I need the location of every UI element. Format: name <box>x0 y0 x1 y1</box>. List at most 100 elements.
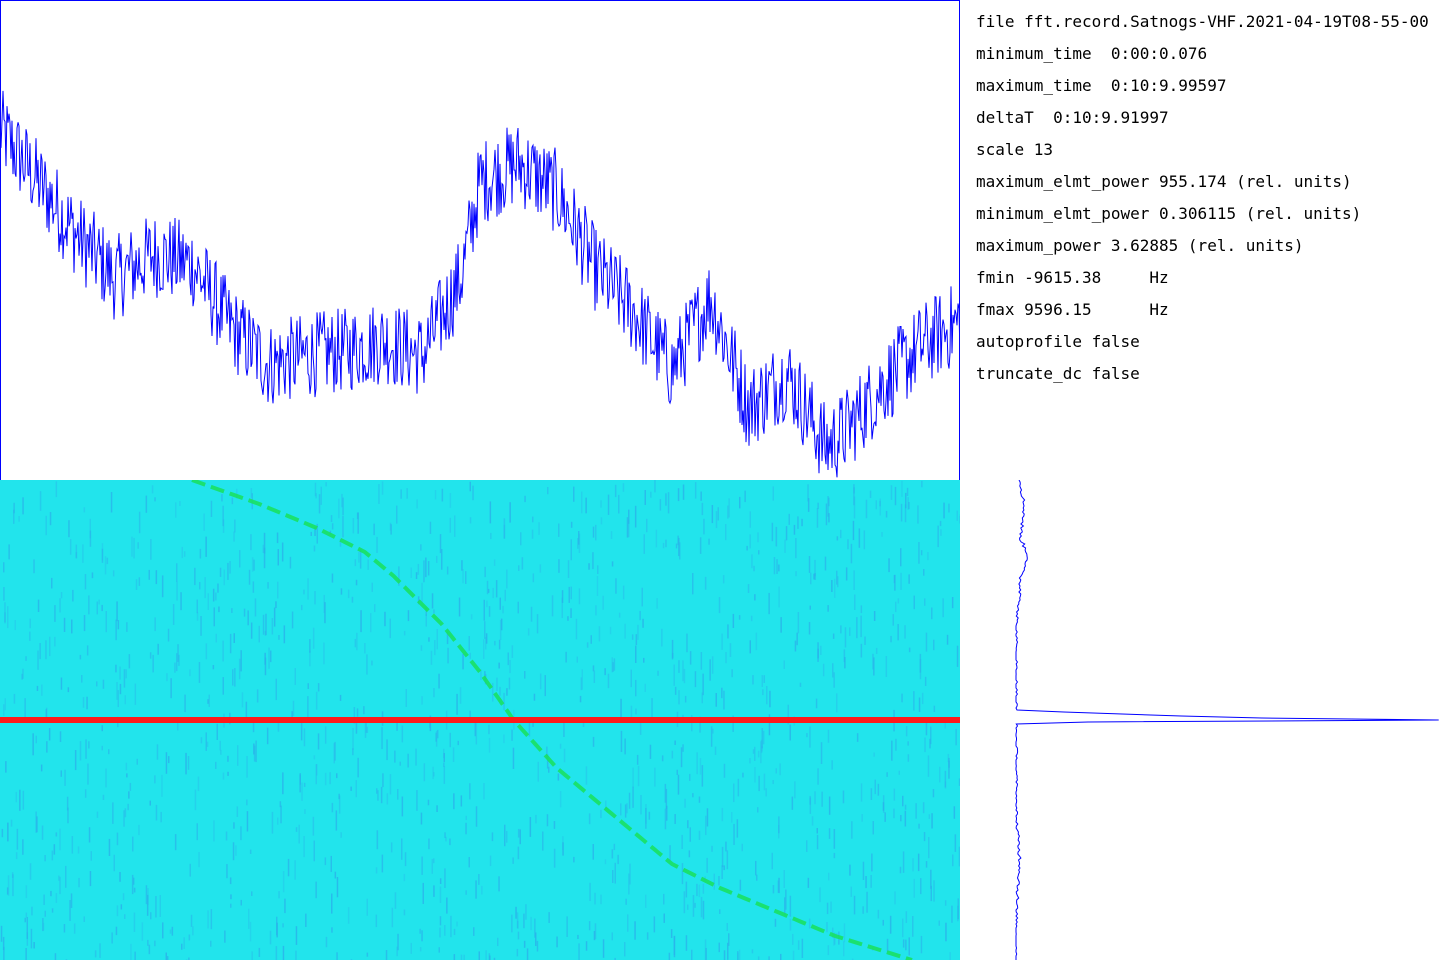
power-vs-time-plot <box>0 0 960 480</box>
noise-streak <box>908 574 910 584</box>
noise-streak <box>128 654 131 669</box>
noise-streak <box>194 567 196 586</box>
info-delta-t: deltaT 0:10:9.91997 <box>976 108 1169 127</box>
noise-streak <box>355 723 358 734</box>
noise-streak <box>207 593 209 610</box>
noise-streak <box>450 915 452 938</box>
noise-streak <box>478 874 480 885</box>
noise-streak <box>669 845 671 861</box>
noise-streak <box>763 773 766 791</box>
noise-streak <box>304 809 306 814</box>
noise-streak <box>105 611 107 633</box>
noise-streak <box>732 613 735 628</box>
noise-streak <box>773 557 776 575</box>
noise-streak <box>671 652 674 658</box>
noise-streak <box>620 803 622 816</box>
noise-streak <box>330 515 333 522</box>
noise-streak <box>264 630 267 636</box>
noise-streak <box>701 692 703 704</box>
noise-streak <box>657 670 659 676</box>
noise-streak <box>119 872 121 882</box>
noise-streak <box>861 814 863 822</box>
noise-streak <box>367 559 369 570</box>
noise-streak <box>468 857 470 868</box>
info-minimum-time: minimum_time 0:00:0.076 <box>976 44 1208 63</box>
noise-streak <box>733 783 735 803</box>
noise-streak <box>617 854 619 865</box>
noise-streak <box>391 907 394 928</box>
noise-streak <box>877 783 880 796</box>
noise-streak <box>207 910 209 929</box>
noise-streak <box>749 758 751 764</box>
noise-streak <box>469 652 471 659</box>
noise-streak <box>808 918 811 929</box>
noise-streak <box>899 866 902 874</box>
noise-streak <box>792 950 795 960</box>
noise-streak <box>682 660 684 682</box>
noise-streak <box>129 782 132 791</box>
noise-streak <box>331 893 333 914</box>
noise-streak <box>828 872 830 881</box>
noise-streak <box>817 502 819 509</box>
noise-streak <box>506 688 508 696</box>
noise-streak <box>551 595 554 617</box>
noise-streak <box>630 669 632 688</box>
noise-streak <box>210 940 212 947</box>
noise-streak <box>342 497 344 516</box>
noise-streak <box>141 922 144 941</box>
noise-streak <box>419 947 422 952</box>
noise-streak <box>403 873 406 882</box>
noise-streak <box>806 733 808 738</box>
noise-streak <box>94 950 97 958</box>
noise-streak <box>665 493 667 506</box>
noise-streak <box>225 831 228 841</box>
noise-streak <box>573 856 575 863</box>
noise-streak <box>382 773 384 788</box>
noise-streak <box>384 611 386 627</box>
noise-streak <box>774 918 777 927</box>
noise-streak <box>287 858 290 877</box>
noise-streak <box>172 604 175 625</box>
noise-streak <box>944 900 947 906</box>
noise-streak <box>886 772 888 777</box>
noise-streak <box>912 858 914 872</box>
noise-streak <box>921 480 923 488</box>
noise-streak <box>758 775 760 792</box>
noise-streak <box>79 654 82 660</box>
noise-streak <box>102 679 105 689</box>
noise-streak <box>928 837 930 859</box>
noise-streak <box>535 814 537 824</box>
noise-streak <box>727 505 729 519</box>
noise-streak <box>821 791 823 807</box>
noise-streak <box>602 939 605 958</box>
noise-streak <box>784 539 786 553</box>
noise-streak <box>842 790 845 804</box>
noise-streak <box>54 636 56 647</box>
noise-streak <box>771 852 773 870</box>
noise-streak <box>199 548 202 559</box>
noise-streak <box>128 791 130 799</box>
noise-streak <box>600 894 602 905</box>
noise-streak <box>438 673 440 689</box>
noise-streak <box>133 887 136 893</box>
noise-streak <box>854 594 856 610</box>
noise-streak <box>431 858 433 874</box>
noise-streak <box>222 640 224 662</box>
noise-streak <box>506 830 508 843</box>
noise-streak <box>174 662 176 673</box>
noise-streak <box>433 858 435 864</box>
noise-streak <box>431 593 434 609</box>
noise-streak <box>152 654 154 673</box>
noise-streak <box>55 832 58 837</box>
noise-streak <box>317 683 320 692</box>
noise-streak <box>45 640 47 660</box>
noise-streak <box>44 855 46 862</box>
noise-streak <box>723 763 726 778</box>
noise-streak <box>347 907 350 924</box>
noise-streak <box>692 895 695 917</box>
noise-streak <box>24 917 26 923</box>
noise-streak <box>136 758 138 765</box>
noise-streak <box>63 617 66 632</box>
noise-streak <box>11 872 14 878</box>
noise-streak <box>307 578 309 600</box>
